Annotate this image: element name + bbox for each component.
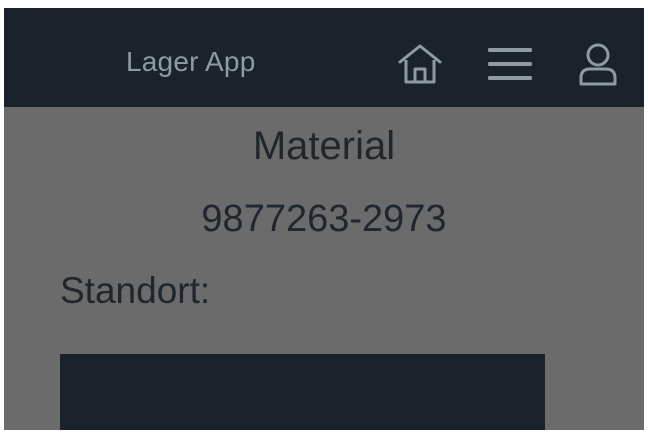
location-label: Standort: [60, 270, 211, 311]
app-frame: Lager App Material 9877263-2973 Standort… [4, 8, 644, 430]
location-panel [60, 354, 545, 430]
home-icon[interactable] [396, 42, 444, 86]
material-number: 9877263-2973 [201, 198, 447, 240]
user-icon[interactable] [578, 42, 618, 86]
page-title: Material [252, 124, 396, 168]
app-title: Lager App [126, 46, 256, 77]
app-header: Lager App [4, 12, 644, 107]
menu-icon[interactable] [486, 42, 534, 86]
